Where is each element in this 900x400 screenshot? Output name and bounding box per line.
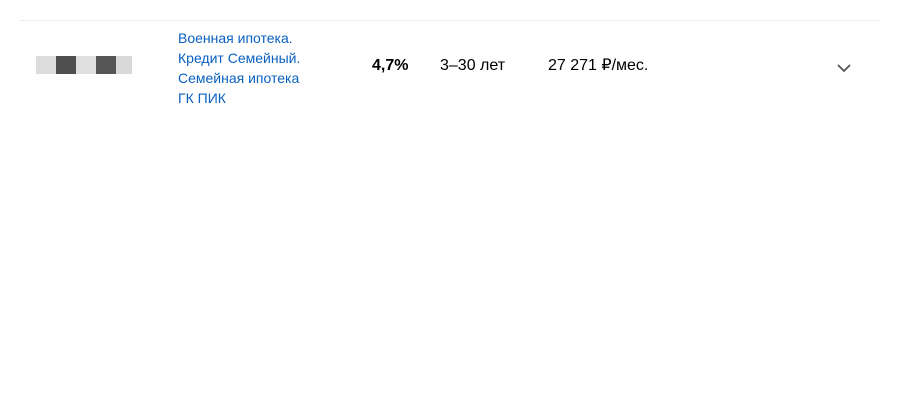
offer-rate: 4,7% <box>372 57 409 74</box>
offer-row: Военная ипотека. Кредит Семейный. Семейн… <box>20 21 880 115</box>
offer-monthly-payment: 27 271 ₽/мес. <box>548 57 649 74</box>
bank-logo[interactable] <box>36 56 132 74</box>
bank-logo-block <box>96 56 116 74</box>
offer-product-link[interactable]: Военная ипотека. Кредит Семейный. Семейн… <box>178 28 358 108</box>
expand-offer-button[interactable] <box>832 56 856 80</box>
bank-logo-block <box>76 56 96 74</box>
bank-logo-block <box>116 56 132 74</box>
offer-term: 3–30 лет <box>440 57 506 74</box>
bank-logo-block <box>36 56 56 74</box>
mortgage-offers-page: Военная ипотека. Кредит Семейный. Семейн… <box>0 0 900 400</box>
bank-logo-block <box>56 56 76 74</box>
chevron-down-icon <box>837 64 851 72</box>
